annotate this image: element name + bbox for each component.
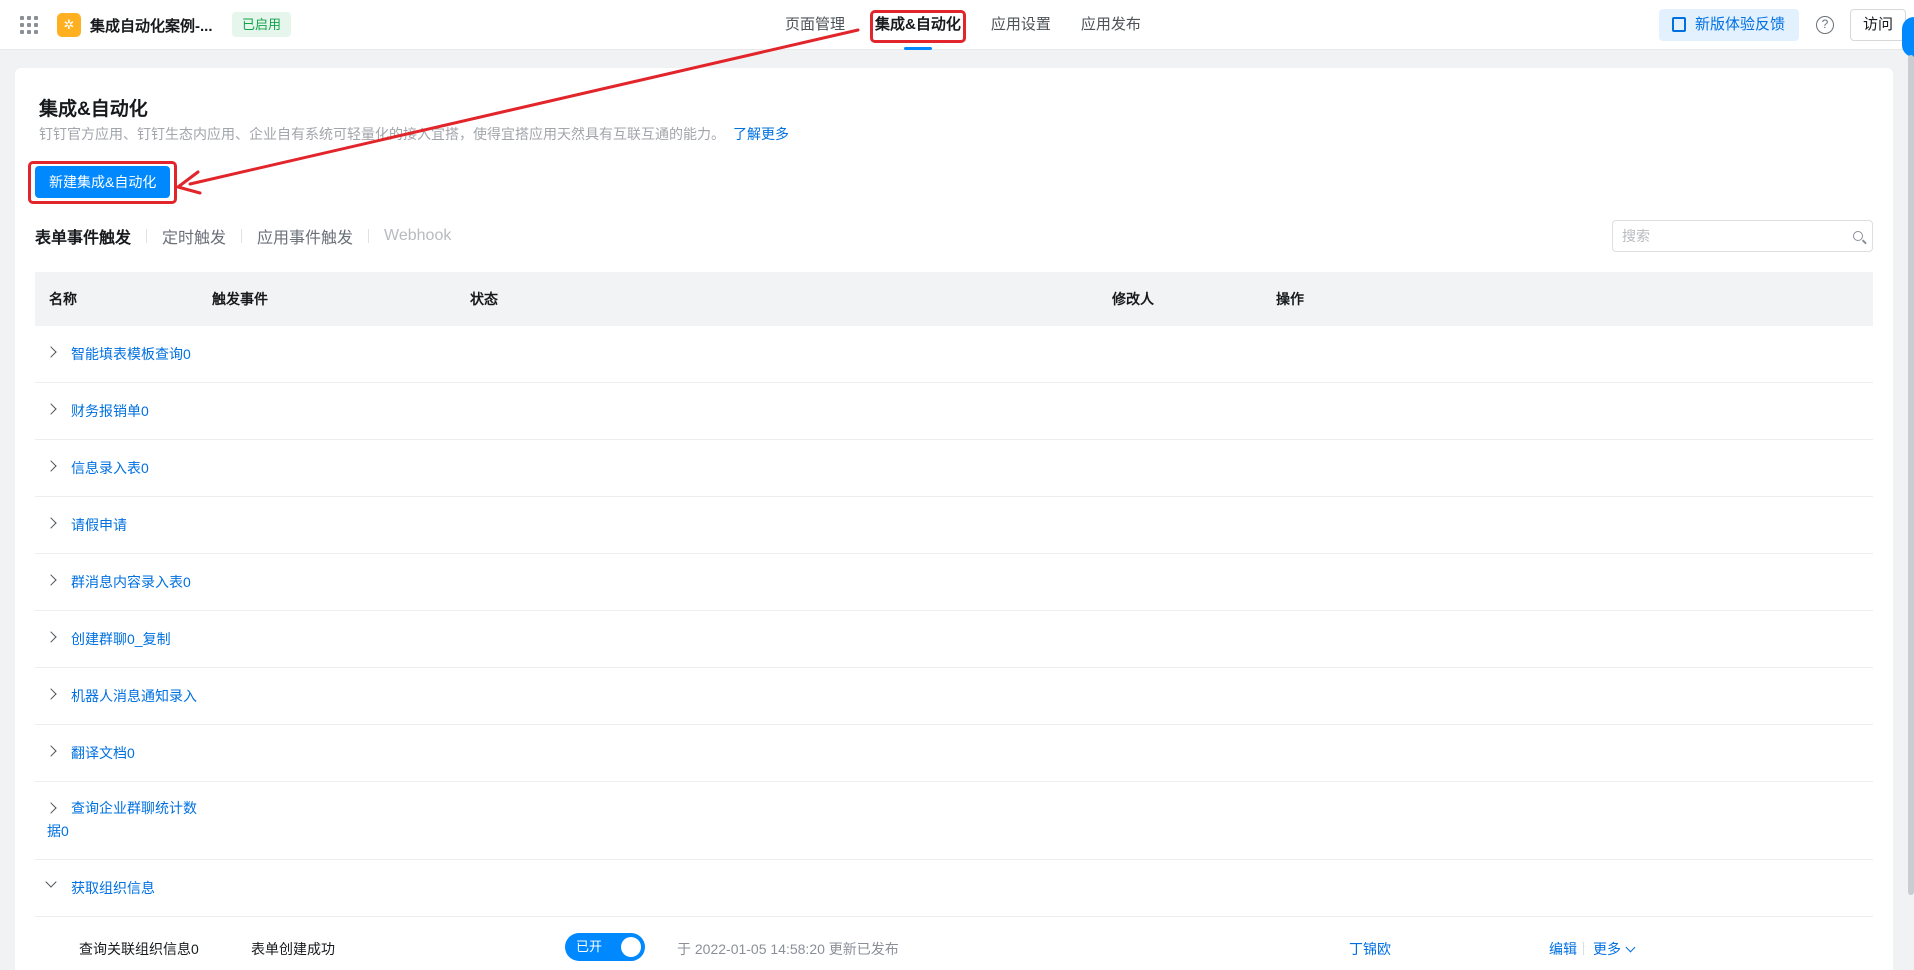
avatar[interactable]: [1902, 17, 1914, 57]
group-row[interactable]: 查询企业群聊统计数据0: [35, 782, 1873, 860]
main-card: 集成&自动化 钉钉官方应用、钉钉生态内应用、企业自有系统可轻量化的接入宜搭，使得…: [15, 68, 1893, 970]
chevron-right-icon[interactable]: [45, 631, 57, 643]
group-row[interactable]: 请假申请: [35, 497, 1873, 554]
modifier-link[interactable]: 丁锦欧: [1349, 939, 1391, 959]
help-icon[interactable]: ?: [1816, 16, 1834, 34]
flow-name: 查询关联组织信息0: [79, 941, 199, 957]
group-row[interactable]: 财务报销单0: [35, 383, 1873, 440]
column-actions: 操作: [1276, 291, 1304, 307]
visit-button[interactable]: 访问: [1850, 9, 1906, 41]
chevron-right-icon[interactable]: [45, 745, 57, 757]
publish-time: 于 2022-01-05 14:58:20 更新已发布: [677, 941, 899, 957]
group-name[interactable]: 翻译文档0: [71, 743, 135, 763]
chevron-right-icon[interactable]: [45, 517, 57, 529]
more-label: 更多: [1593, 941, 1621, 957]
table-header: 名称 触发事件 状态 修改人 操作: [35, 272, 1873, 326]
tab-webhook[interactable]: Webhook: [384, 227, 451, 245]
group-name[interactable]: 查询企业群聊统计数据0: [47, 797, 197, 843]
top-bar: ✲ 集成自动化案例-... 已启用 页面管理 集成&自动化 应用设置 应用发布 …: [0, 0, 1914, 57]
status-toggle[interactable]: 已开: [565, 933, 645, 961]
app-name[interactable]: 集成自动化案例-...: [90, 15, 213, 36]
nav-app-settings[interactable]: 应用设置: [976, 0, 1066, 50]
group-name[interactable]: 创建群聊0_复制: [71, 629, 171, 649]
group-row[interactable]: 创建群聊0_复制: [35, 611, 1873, 668]
group-name[interactable]: 群消息内容录入表0: [71, 572, 191, 592]
chevron-right-icon[interactable]: [45, 574, 57, 586]
chevron-right-icon[interactable]: [45, 346, 57, 358]
group-row[interactable]: 翻译文档0: [35, 725, 1873, 782]
group-name[interactable]: 财务报销单0: [71, 401, 149, 421]
tab-form-event[interactable]: 表单事件触发: [35, 224, 131, 248]
chevron-down-icon: [1625, 942, 1636, 953]
column-trigger-event: 触发事件: [212, 291, 268, 307]
action-divider: [1583, 942, 1584, 955]
new-integration-button[interactable]: 新建集成&自动化: [35, 166, 171, 198]
group-row-expanded[interactable]: 获取组织信息: [35, 860, 1873, 917]
tab-divider: [241, 229, 243, 243]
toggle-label: 已开: [576, 939, 603, 954]
tab-app-event[interactable]: 应用事件触发: [257, 224, 353, 248]
column-status: 状态: [470, 291, 498, 307]
group-name[interactable]: 请假申请: [71, 515, 127, 535]
group-name[interactable]: 智能填表模板查询0: [71, 344, 191, 364]
table-row: 查询关联组织信息0 表单创建成功 已开 于 2022-01-05 14:58:2…: [35, 917, 1873, 970]
trigger-tabs: 表单事件触发 定时触发 应用事件触发 Webhook: [35, 224, 451, 248]
column-name: 名称: [49, 291, 77, 307]
column-modifier: 修改人: [1112, 291, 1154, 307]
search-input[interactable]: [1613, 221, 1833, 251]
nav-page-management[interactable]: 页面管理: [770, 0, 860, 50]
group-row[interactable]: 信息录入表0: [35, 440, 1873, 497]
app-logo: ✲: [57, 13, 81, 37]
tab-divider: [146, 229, 148, 243]
group-name[interactable]: 机器人消息通知录入: [71, 686, 197, 706]
edit-button[interactable]: 编辑: [1549, 939, 1577, 959]
group-row[interactable]: 群消息内容录入表0: [35, 554, 1873, 611]
app-status-badge: 已启用: [232, 12, 292, 37]
nav-integration-automation[interactable]: 集成&自动化: [860, 0, 976, 50]
group-row[interactable]: 智能填表模板查询0: [35, 326, 1873, 383]
nav-app-publish[interactable]: 应用发布: [1066, 0, 1156, 50]
page-description: 钉钉官方应用、钉钉生态内应用、企业自有系统可轻量化的接入宜搭，使得宜搭应用天然具…: [39, 124, 789, 144]
tab-scheduled[interactable]: 定时触发: [162, 224, 226, 248]
description-text: 钉钉官方应用、钉钉生态内应用、企业自有系统可轻量化的接入宜搭，使得宜搭应用天然具…: [39, 126, 725, 142]
search-box[interactable]: [1612, 220, 1873, 252]
app-grid-icon[interactable]: [20, 16, 38, 34]
feedback-label: 新版体验反馈: [1695, 16, 1786, 33]
edit-note-icon: [1672, 17, 1686, 32]
group-name[interactable]: 信息录入表0: [71, 458, 149, 478]
trigger-event: 表单创建成功: [251, 941, 335, 957]
chevron-right-icon[interactable]: [45, 403, 57, 415]
more-button[interactable]: 更多: [1593, 939, 1636, 959]
feedback-button[interactable]: 新版体验反馈: [1659, 9, 1800, 41]
chevron-right-icon[interactable]: [45, 460, 57, 472]
chevron-down-icon[interactable]: [45, 876, 57, 888]
learn-more-link[interactable]: 了解更多: [733, 126, 789, 142]
search-icon[interactable]: [1853, 231, 1863, 241]
group-row[interactable]: 机器人消息通知录入: [35, 668, 1873, 725]
chevron-right-icon[interactable]: [45, 688, 57, 700]
page-title: 集成&自动化: [39, 99, 148, 120]
toggle-knob: [621, 937, 641, 957]
automation-table: 名称 触发事件 状态 修改人 操作 智能填表模板查询0 财务报销单0 信息录入表…: [35, 272, 1873, 970]
group-name[interactable]: 获取组织信息: [71, 878, 155, 898]
tab-divider: [368, 229, 370, 243]
main-nav: 页面管理 集成&自动化 应用设置 应用发布: [770, 0, 1156, 50]
scrollbar[interactable]: [1908, 55, 1914, 895]
